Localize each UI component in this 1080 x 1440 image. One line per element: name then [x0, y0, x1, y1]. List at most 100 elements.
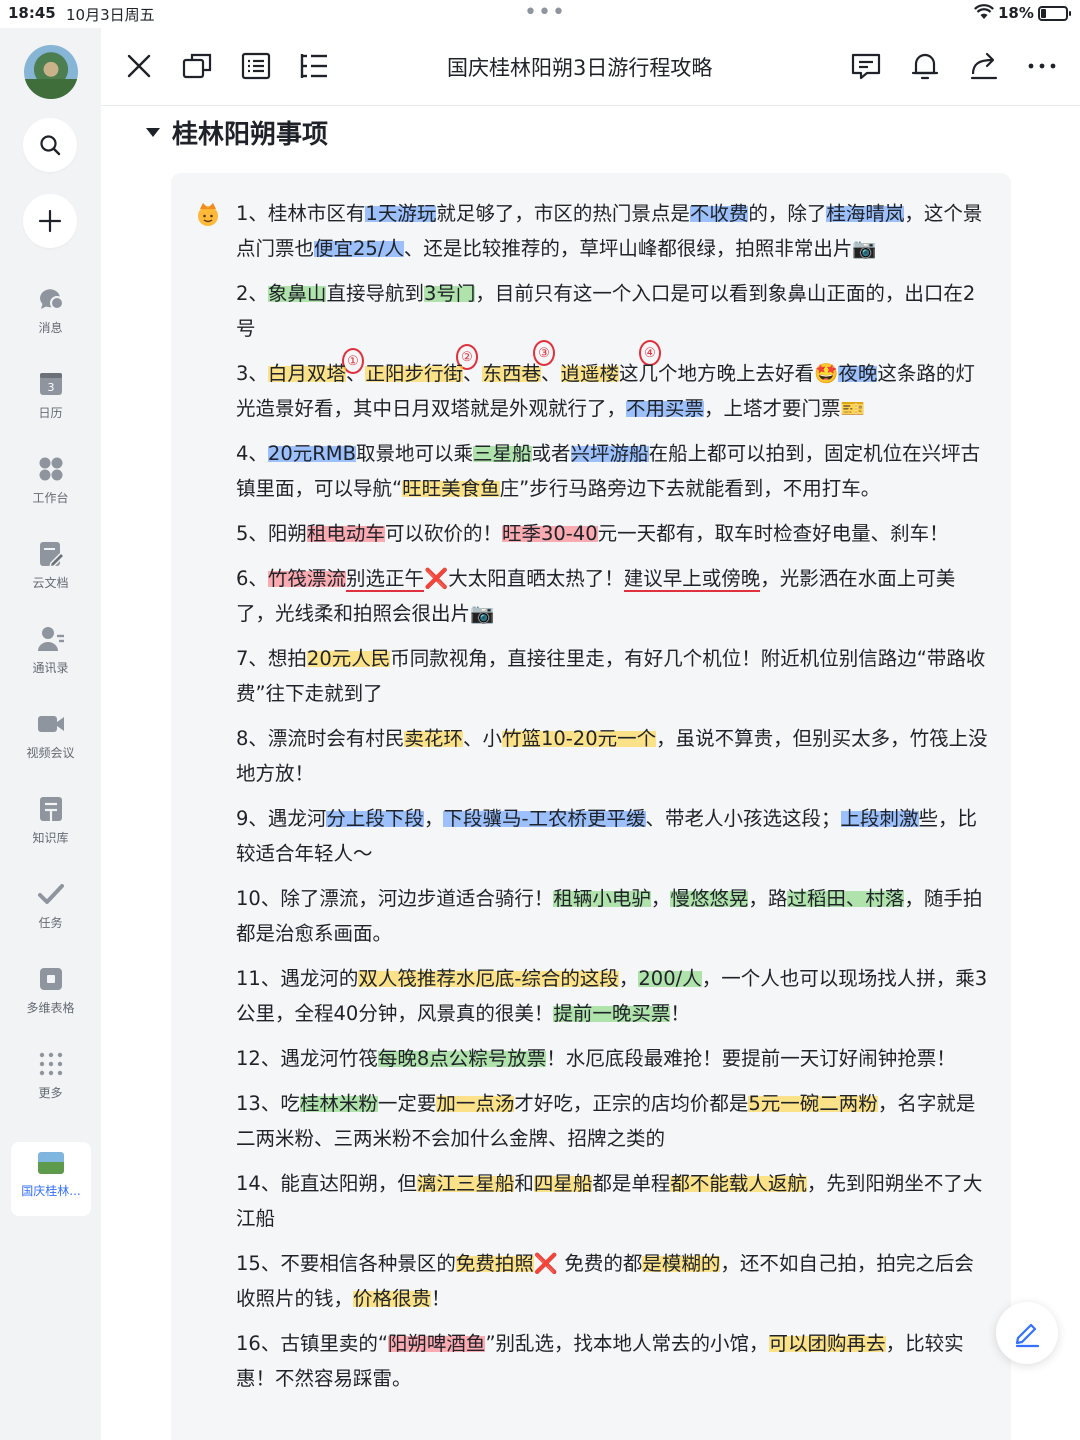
tip-text-segment: 庄”步行马路旁边下去就能看到，不用打车。 [499, 477, 881, 500]
tip-text-segment: 租辆小电驴 [553, 887, 651, 910]
task-icon [37, 884, 64, 904]
tip-text-segment: ， [423, 807, 444, 830]
edit-button[interactable] [996, 1302, 1058, 1364]
sidebar: 消息 3 日历 工作台 云文档 通讯录 视频会议 知识库 任务 多维表格 更多 … [0, 28, 101, 1440]
section-heading[interactable]: 桂林阳朔事项 [146, 114, 328, 150]
sidebar-active-doc[interactable]: 国庆桂林... [11, 1142, 91, 1216]
tip-text-segment: 可以团购再去 [768, 1332, 886, 1355]
tip-text-segment: 双人筏推荐水厄底-综合的这段 [358, 967, 619, 990]
sidebar-item-more[interactable]: 更多 [0, 1049, 101, 1101]
sidebar-item-wiki[interactable]: 知识库 [0, 794, 101, 846]
tip-text-segment: 6、 [236, 567, 268, 590]
tip-text-segment: 5元一碗二两粉 [748, 1092, 878, 1115]
tip-text-segment: 别选正午 [345, 567, 424, 592]
tip-item: 3、白月双塔、正阳步行街、东西巷、逍遥楼这几个地方晚上去好看🤩夜晚这条路的灯光造… [236, 356, 991, 426]
tip-item: 11、遇龙河的双人筏推荐水厄底-综合的这段，200/人，一个人也可以现场找人拼，… [236, 961, 991, 1031]
wifi-icon [974, 4, 994, 19]
tip-text-segment: 5、阳朔 [236, 522, 307, 545]
add-button[interactable] [23, 194, 77, 248]
tip-text-segment: 阳朔啤酒鱼 [387, 1332, 486, 1355]
tip-text-segment: 200/人 [638, 967, 702, 990]
tip-text-segment: 便宜25/人 [314, 237, 404, 260]
tip-text-segment: 提前一晚买票 [553, 1002, 671, 1025]
tip-text-segment: 的，除了 [748, 202, 827, 225]
section-heading-text: 桂林阳朔事项 [172, 119, 329, 150]
tip-text-segment: 11、遇龙河的 [236, 967, 359, 990]
sidebar-item-calendar[interactable]: 3 日历 [0, 369, 101, 421]
more-options-icon[interactable] [1026, 50, 1058, 82]
tip-text-segment: 这几个地方晚上去好看🤩 [619, 362, 839, 385]
tip-text-segment: 东西巷 [482, 362, 541, 385]
workspace-icon [39, 457, 62, 481]
tip-text-segment: 或者 [531, 442, 571, 465]
message-icon [39, 289, 64, 310]
close-icon[interactable] [123, 50, 155, 82]
tip-text-segment: 12、遇龙河竹筏 [236, 1047, 378, 1070]
video-icon [37, 716, 64, 732]
search-button[interactable] [23, 118, 77, 172]
sidebar-item-label: 云文档 [32, 576, 69, 590]
tip-text-segment: 直接导航到 [326, 282, 424, 305]
sidebar-item-cloud-docs[interactable]: 云文档 [0, 539, 101, 591]
tip-text-segment: 、带老人小孩选这段； [645, 807, 841, 830]
search-icon [40, 135, 61, 156]
tip-text-segment: 是模糊的 [642, 1252, 721, 1275]
tip-text-segment: 每晚8点公粽号放票 [377, 1047, 547, 1070]
sidebar-item-base[interactable]: 多维表格 [0, 964, 101, 1016]
tip-text-segment: 和 [514, 1172, 534, 1195]
tip-text-segment: 取景地可以乘 [356, 442, 474, 465]
tips-list: 1、桂林市区有1天游玩就足够了，市区的热门景点是不收费的，除了桂海晴岚，这个景点… [236, 196, 991, 1406]
tip-text-segment: ”别乱选，找本地人常去的小馆， [485, 1332, 769, 1355]
tip-item: 12、遇龙河竹筏每晚8点公粽号放票！水厄底段最难抢！要提前一天订好闹钟抢票！ [236, 1041, 991, 1076]
plus-icon [38, 209, 62, 233]
tip-text-segment: ， [650, 887, 671, 910]
tip-item: 16、古镇里卖的“阳朔啤酒鱼”别乱选，找本地人常去的小馆，可以团购再去，比较实惠… [236, 1326, 991, 1396]
tip-text-segment: 租电动车 [306, 522, 385, 545]
tip-text-segment: 慢悠悠晃 [670, 887, 749, 910]
outline-icon[interactable] [240, 50, 272, 82]
tip-item: 7、想拍20元人民币同款视角，直接往里走，有好几个机位！附近机位别信路边“带路收… [236, 641, 991, 711]
tip-text-segment: 、 [541, 362, 561, 385]
tip-text-segment: ， [618, 967, 639, 990]
collapse-caret-icon[interactable] [146, 127, 160, 137]
share-icon[interactable] [968, 50, 1000, 82]
sidebar-item-video-meeting[interactable]: 视频会议 [0, 709, 101, 761]
tip-text-segment: 3、 [236, 362, 268, 385]
tip-text-segment: 20元RMB [267, 442, 356, 465]
tip-text-segment: 就足够了，市区的热门景点是 [436, 202, 690, 225]
sidebar-item-label: 日历 [38, 406, 63, 420]
tip-text-segment: 16、古镇里卖的“ [236, 1332, 388, 1355]
tip-text-segment: ，上塔才要门票🎫 [704, 397, 865, 420]
tip-text-segment: 20元人民 [306, 647, 391, 670]
sidebar-item-contacts[interactable]: 通讯录 [0, 624, 101, 676]
tip-text-segment: 桂林米粉 [299, 1092, 378, 1115]
status-bar: 18:45 10月3日周五 ••• 18% [0, 0, 1080, 28]
face-emoji-icon [198, 203, 218, 226]
tip-text-segment: 9、遇龙河 [236, 807, 327, 830]
sidebar-item-label: 视频会议 [26, 746, 75, 760]
avatar[interactable] [24, 45, 78, 99]
sidebar-item-messages[interactable]: 消息 [0, 284, 101, 336]
tip-text-segment: 加一点汤 [436, 1092, 515, 1115]
tip-text-segment: 8、漂流时会有村民 [236, 727, 405, 750]
comment-icon[interactable] [850, 50, 882, 82]
sidebar-item-tasks[interactable]: 任务 [0, 879, 101, 931]
toc-icon[interactable] [298, 50, 330, 82]
tip-text-segment: 1天游玩 [365, 202, 437, 225]
tip-text-segment: 14、能直达阳朔，但 [236, 1172, 417, 1195]
sidebar-item-workspace[interactable]: 工作台 [0, 454, 101, 506]
tip-item: 13、吃桂林米粉一定要加一点汤才好吃，正宗的店均价都是5元一碗二两粉，名字就是二… [236, 1086, 991, 1156]
tip-text-segment: 象鼻山 [267, 282, 327, 305]
tip-text-segment: 兴坪游船 [570, 442, 649, 465]
tip-text-segment: 都不能载人返航 [670, 1172, 807, 1195]
tip-text-segment: 下段骥马-工农桥更平缓 [443, 807, 646, 830]
multitask-dots[interactable]: ••• [524, 0, 566, 25]
tip-item: 5、阳朔租电动车可以砍价的！旺季30-40元一天都有，取车时检查好电量、刹车！ [236, 516, 991, 551]
tip-item: 2、象鼻山直接导航到3号门，目前只有这一个入口是可以看到象鼻山正面的，出口在2号 [236, 276, 991, 346]
sidebar-item-label: 多维表格 [26, 1001, 75, 1015]
bell-icon[interactable] [909, 50, 941, 82]
contacts-icon [37, 627, 64, 651]
window-icon[interactable] [181, 50, 213, 82]
sidebar-item-label: 知识库 [32, 831, 69, 845]
tip-text-segment: ！ [670, 1002, 690, 1025]
